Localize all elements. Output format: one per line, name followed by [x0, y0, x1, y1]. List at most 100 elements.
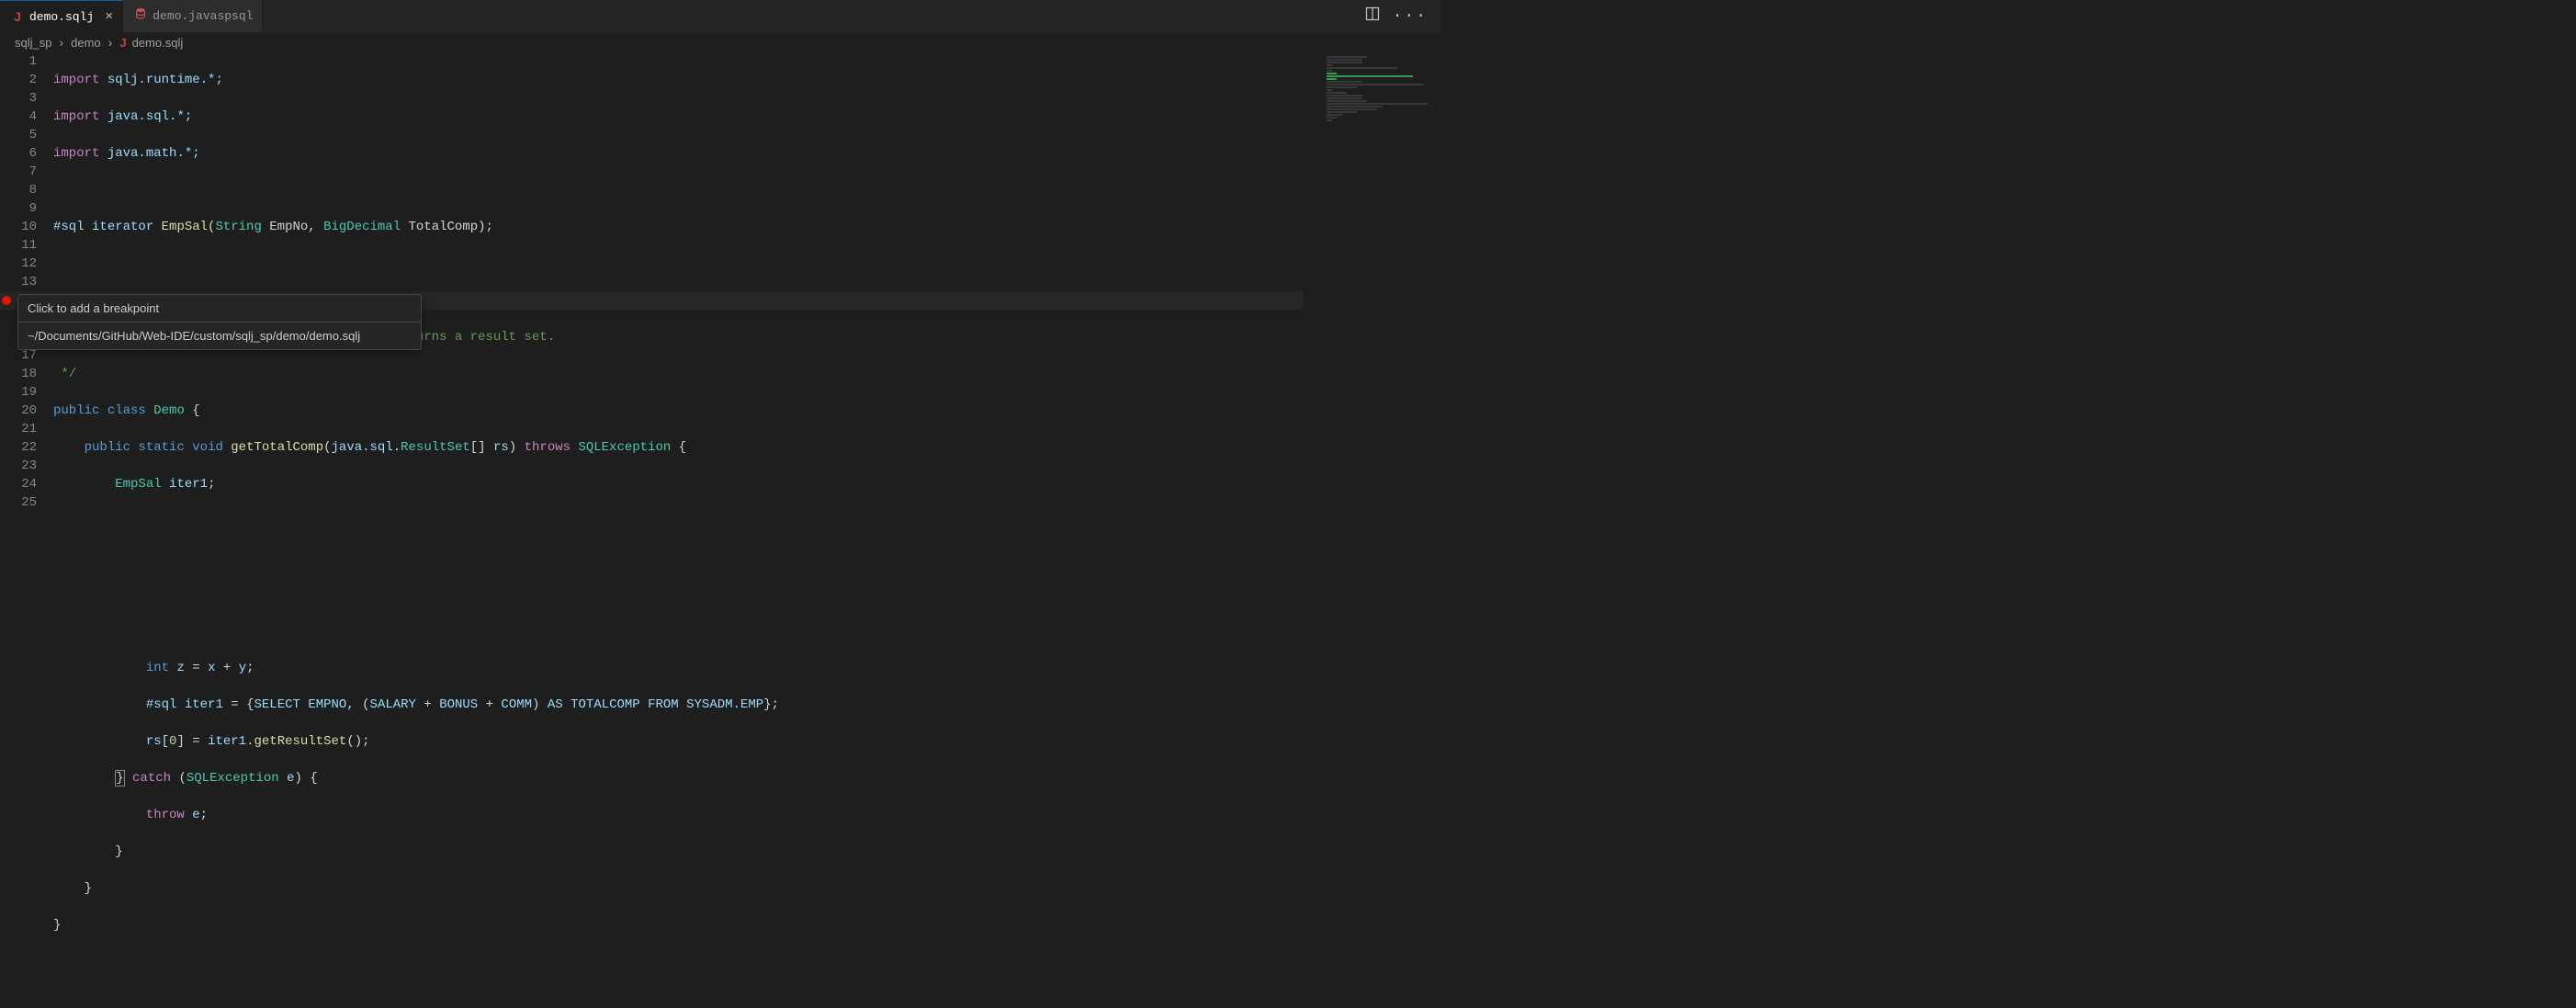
keyword: catch [132, 771, 171, 786]
paren: ) [295, 771, 302, 786]
breakpoint-hover-icon[interactable] [2, 296, 11, 305]
chevron-right-icon [57, 35, 65, 50]
keyword: static [138, 440, 184, 455]
tooltip-path: ~/Documents/GitHub/Web-IDE/custom/sqlj_s… [18, 323, 421, 349]
tabs-container: J demo.sqlj × demo.javaspsql [0, 0, 263, 32]
editor-actions: ··· [1365, 6, 1441, 26]
operator: + [424, 697, 431, 712]
variable: iter1 [185, 697, 223, 712]
java-file-icon: J [119, 36, 126, 50]
tab-bar: J demo.sqlj × demo.javaspsql ··· [0, 0, 1441, 32]
sql-table: SYSADM.EMP [686, 697, 763, 712]
editor[interactable]: 1234 5678 9101112 13 17181920 21222324 2… [0, 52, 1441, 519]
breadcrumb-part[interactable]: demo.sqlj [132, 36, 184, 50]
semicolon: ; [362, 734, 369, 749]
java-file-icon: J [11, 9, 24, 24]
operator: + [223, 661, 231, 675]
brace: } [85, 881, 92, 896]
keyword-import: import [53, 146, 99, 161]
tab-label: demo.sqlj [29, 10, 94, 24]
variable: rs [146, 734, 162, 749]
package-path: java.math.*; [107, 146, 200, 161]
keyword: void [192, 440, 223, 455]
variable: z [176, 661, 184, 675]
brace: } [115, 844, 122, 859]
sql-keyword: AS [548, 697, 563, 712]
brace-matched: } [115, 770, 124, 787]
sql-keyword: FROM [648, 697, 679, 712]
paren: ( [362, 697, 369, 712]
param: TotalComp); [401, 220, 493, 234]
keyword-import: import [53, 73, 99, 87]
breadcrumb-part[interactable]: sqlj_sp [15, 36, 51, 50]
keyword: throw [146, 808, 185, 822]
package-path: java.sql.*; [107, 109, 192, 124]
keyword-import: import [53, 109, 99, 124]
sql-col: COMM [501, 697, 532, 712]
operator: = [231, 697, 238, 712]
operator: + [486, 697, 493, 712]
split-editor-icon[interactable] [1365, 6, 1380, 26]
variable: x [208, 661, 215, 675]
paren: ( [323, 440, 331, 455]
chevron-right-icon [107, 35, 115, 50]
function-name: EmpSal( [162, 220, 216, 234]
brace: { [310, 771, 317, 786]
sql-keyword: SELECT [254, 697, 299, 712]
breadcrumb-part[interactable]: demo [71, 36, 101, 50]
variable: y [239, 661, 246, 675]
tooltip-title: Click to add a breakpoint [18, 295, 421, 323]
type: EmpSal [115, 477, 161, 492]
variable: e [287, 771, 294, 786]
semicolon: ; [246, 661, 254, 675]
line-number-gutter[interactable]: 1234 5678 9101112 13 17181920 21222324 2… [0, 52, 53, 519]
keyword: class [107, 403, 146, 418]
database-icon [134, 7, 147, 25]
paren: ( [178, 771, 186, 786]
type: ResultSet [401, 440, 470, 455]
sql-col: SALARY [370, 697, 416, 712]
variable: rs [493, 440, 509, 455]
paren: ) [509, 440, 516, 455]
comment: */ [53, 367, 76, 381]
operator: = [192, 661, 199, 675]
param: EmpNo, [262, 220, 323, 234]
keyword: public [53, 403, 99, 418]
breadcrumb[interactable]: sqlj_sp demo J demo.sqlj [0, 32, 1441, 52]
code-content[interactable]: import sqlj.runtime.*; import java.sql.*… [53, 52, 1441, 519]
brace: { [679, 440, 686, 455]
semicolon: ; [208, 477, 215, 492]
variable: iter1 [169, 477, 208, 492]
sql-col: BONUS [439, 697, 478, 712]
brackets: [] [470, 440, 486, 455]
type: SQLException [186, 771, 279, 786]
paren: () [346, 734, 362, 749]
brace: } [53, 918, 61, 933]
semicolon: ; [772, 697, 779, 712]
tab-demo-sqlj[interactable]: J demo.sqlj × [0, 0, 123, 32]
vertical-scrollbar[interactable] [1429, 52, 1441, 519]
function-name: getResultSet [254, 734, 347, 749]
tab-demo-javaspsql[interactable]: demo.javaspsql [123, 0, 263, 32]
more-actions-icon[interactable]: ··· [1393, 7, 1428, 26]
brace: { [192, 403, 199, 418]
variable: iter1 [208, 734, 246, 749]
sql-directive: #sql [146, 697, 177, 712]
keyword: int [146, 661, 169, 675]
brace: } [763, 697, 771, 712]
sql-col: TOTALCOMP [571, 697, 640, 712]
sql-col: EMPNO, [308, 697, 354, 712]
class-name: Demo [153, 403, 185, 418]
package-path: sqlj.runtime.*; [107, 73, 223, 87]
type: String [215, 220, 261, 234]
keyword: public [85, 440, 130, 455]
package-path: java.sql. [332, 440, 401, 455]
bracket: ] [176, 734, 184, 749]
function-name: getTotalComp [231, 440, 323, 455]
paren: ) [532, 697, 539, 712]
keyword: throws [525, 440, 571, 455]
close-icon[interactable]: × [105, 10, 113, 24]
bracket: [ [162, 734, 169, 749]
semicolon: ; [200, 808, 208, 822]
identifier: iterator [92, 220, 153, 234]
